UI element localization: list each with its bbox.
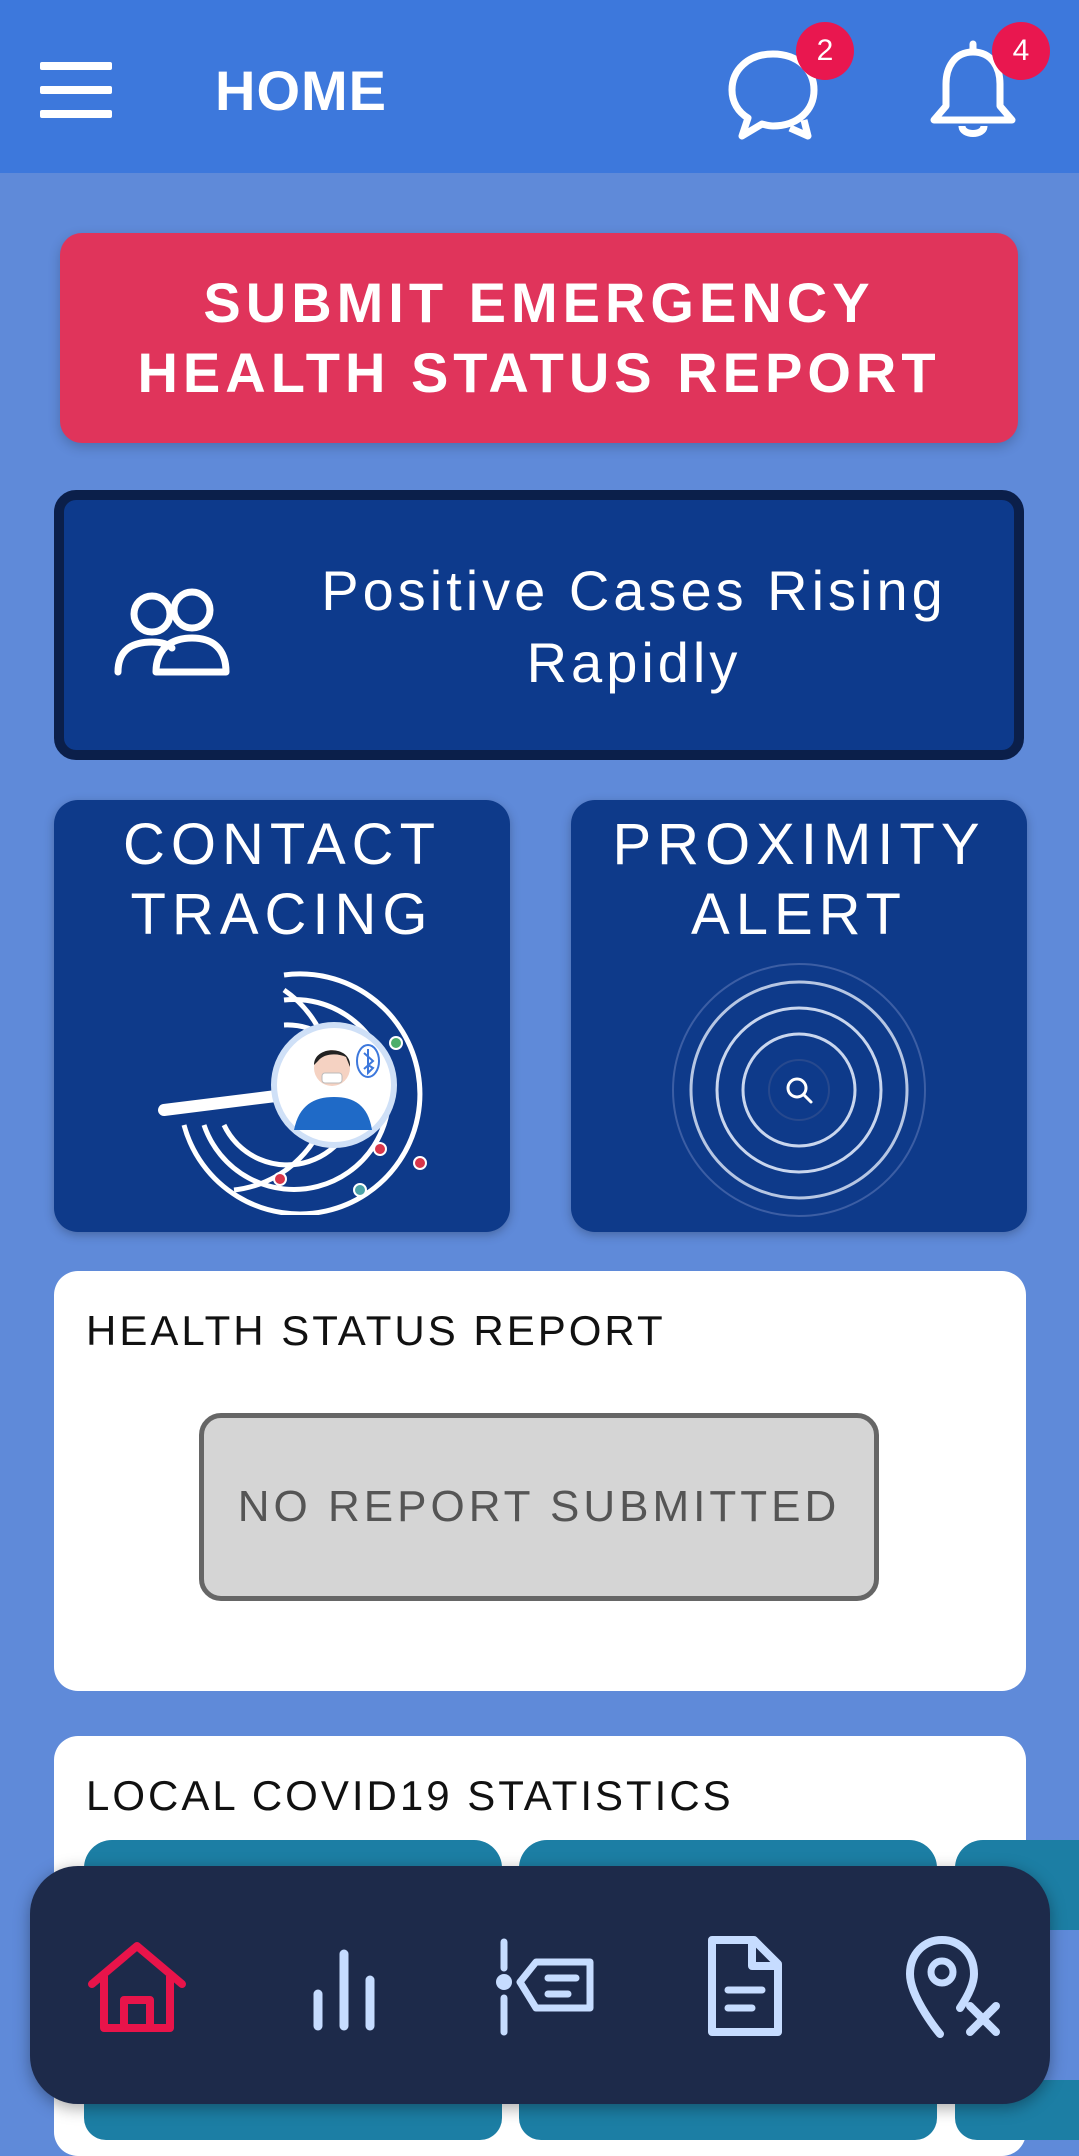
contact-tracing-line-2: TRACING xyxy=(130,882,434,947)
home-icon xyxy=(88,1942,186,2032)
messages-badge: 2 xyxy=(796,22,854,80)
no-report-status[interactable]: NO REPORT SUBMITTED xyxy=(199,1413,879,1601)
emergency-line-1: SUBMIT EMERGENCY xyxy=(203,271,875,334)
messages-button[interactable]: 2 xyxy=(718,22,854,146)
app-bar: HOME 2 4 xyxy=(0,0,1079,173)
people-icon xyxy=(114,588,230,676)
contact-tracing-illustration xyxy=(158,971,427,1215)
nav-statistics[interactable] xyxy=(288,1932,398,2042)
health-status-report-card: HEALTH STATUS REPORT NO REPORT SUBMITTED xyxy=(54,1271,1026,1691)
cases-line-2: Rapidly xyxy=(526,631,742,694)
notifications-button[interactable]: 4 xyxy=(918,22,1050,146)
document-icon xyxy=(708,1936,782,2036)
list-icon xyxy=(496,1938,594,2036)
menu-icon[interactable] xyxy=(40,62,112,118)
location-off-icon xyxy=(906,1936,1000,2038)
nav-list[interactable] xyxy=(490,1932,600,2042)
contact-tracing-tile[interactable]: CONTACT TRACING xyxy=(54,800,510,1232)
health-report-heading: HEALTH STATUS REPORT xyxy=(86,1307,666,1354)
contact-tracing-line-1: CONTACT xyxy=(122,812,441,877)
nav-document[interactable] xyxy=(688,1932,798,2042)
bar-chart-icon xyxy=(313,1949,375,2031)
nav-location[interactable] xyxy=(900,1932,1010,2042)
emergency-line-2: HEALTH STATUS REPORT xyxy=(137,341,941,404)
statistics-heading: LOCAL COVID19 STATISTICS xyxy=(86,1772,734,1819)
cases-line-1: Positive Cases Rising xyxy=(321,559,947,622)
proximity-alert-line-1: PROXIMITY xyxy=(612,812,986,877)
submit-emergency-report-button[interactable]: SUBMIT EMERGENCY HEALTH STATUS REPORT xyxy=(60,233,1018,443)
nav-home[interactable] xyxy=(82,1932,192,2042)
proximity-alert-tile[interactable]: PROXIMITY ALERT xyxy=(571,800,1027,1232)
notifications-badge: 4 xyxy=(992,22,1050,80)
bottom-nav xyxy=(30,1866,1050,2104)
page-title: HOME xyxy=(215,59,387,122)
proximity-alert-line-2: ALERT xyxy=(691,882,907,947)
positive-cases-banner[interactable]: Positive Cases Rising Rapidly xyxy=(54,490,1024,760)
radar-illustration xyxy=(672,963,926,1217)
